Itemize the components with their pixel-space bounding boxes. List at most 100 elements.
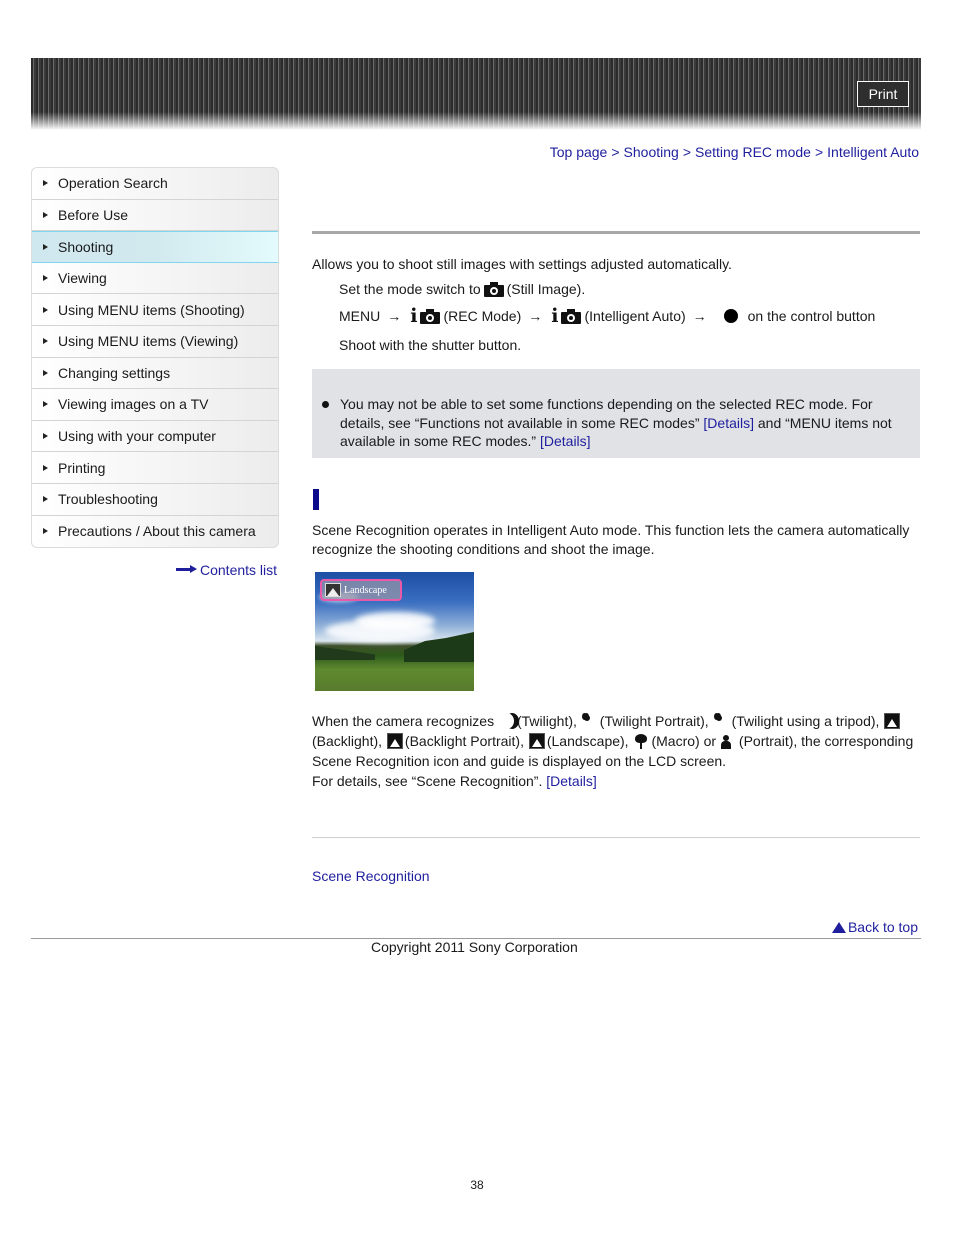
sidebar-item-label: Changing settings (58, 364, 171, 381)
triangle-right-icon (43, 338, 48, 345)
breadcrumb-separator: > (814, 144, 824, 160)
triangle-right-icon (43, 243, 48, 250)
step-1: Set the mode switch to (Still Image). (339, 281, 585, 297)
triangle-right-icon (43, 306, 48, 313)
step-2: MENU → i (REC Mode) → i (Intelligent Aut… (339, 304, 876, 327)
related-link-scene-recognition[interactable]: Scene Recognition (312, 868, 430, 884)
sidebar-item-label: Before Use (58, 206, 129, 223)
sidebar-item-viewing-tv[interactable]: Viewing images on a TV (32, 389, 278, 421)
breadcrumb-top-page[interactable]: Top page (550, 144, 608, 160)
twilight-label: (Twilight), (516, 713, 577, 729)
header-banner: Print (31, 58, 921, 130)
landscape-icon (528, 733, 545, 749)
related-divider (312, 837, 920, 838)
intelligent-auto-icon: i (551, 304, 559, 327)
portrait-icon (720, 733, 737, 749)
triangle-right-icon (43, 528, 48, 535)
back-to-top-link[interactable]: Back to top (831, 919, 918, 935)
breadcrumb-shooting[interactable]: Shooting (624, 144, 679, 160)
landscape-example-image: Landscape (315, 572, 474, 691)
arrow-right-icon: → (692, 308, 707, 324)
sidebar-item-menu-viewing[interactable]: Using MENU items (Viewing) (32, 326, 278, 358)
sidebar-item-computer[interactable]: Using with your computer (32, 421, 278, 453)
macro-icon (633, 733, 649, 749)
arrow-right-icon: → (387, 308, 402, 324)
camera-icon (483, 281, 504, 297)
backlight-portrait-icon (386, 733, 403, 749)
scene-recognition-text: When the camera recognizes (Twilight), (… (312, 711, 922, 791)
breadcrumb-setting-rec-mode[interactable]: Setting REC mode (695, 144, 811, 160)
sidebar-item-label: Using MENU items (Shooting) (58, 301, 245, 318)
sidebar-item-menu-shooting[interactable]: Using MENU items (Shooting) (32, 294, 278, 326)
camera-icon (561, 308, 582, 324)
sidebar-item-operation-search[interactable]: Operation Search (32, 168, 278, 200)
triangle-right-icon (43, 369, 48, 376)
sidebar-item-viewing[interactable]: Viewing (32, 263, 278, 295)
backlight-icon (884, 713, 901, 729)
step-3-text: Shoot with the shutter button. (339, 337, 522, 353)
details-link-scene-recognition[interactable]: [Details] (546, 773, 597, 789)
backlight-portrait-label: (Backlight Portrait), (404, 733, 524, 749)
rec-mode-label: (REC Mode) (443, 308, 522, 324)
camera-icon (420, 308, 441, 324)
print-button[interactable]: Print (857, 81, 909, 107)
sidebar-item-printing[interactable]: Printing (32, 452, 278, 484)
sidebar-item-troubleshooting[interactable]: Troubleshooting (32, 484, 278, 516)
twilight-portrait-icon (581, 713, 598, 729)
twilight-portrait-label: (Twilight Portrait), (599, 713, 709, 729)
sidebar-item-label: Using with your computer (58, 428, 216, 445)
macro-label: (Macro) or (651, 733, 717, 749)
arrow-right-icon: → (528, 308, 543, 324)
triangle-up-icon (831, 921, 846, 933)
bullet-icon (322, 401, 329, 408)
sidebar-item-precautions[interactable]: Precautions / About this camera (32, 516, 278, 548)
page-number: 38 (470, 1178, 484, 1192)
intelligent-auto-label: (Intelligent Auto) (584, 308, 686, 324)
twilight-tripod-icon (713, 713, 730, 729)
breadcrumb-separator: > (611, 144, 620, 160)
contents-list-link[interactable]: Contents list (176, 562, 277, 578)
sidebar-item-label: Shooting (58, 238, 114, 255)
scene-label: Landscape (344, 584, 387, 596)
triangle-right-icon (43, 180, 48, 187)
sidebar-item-label: Operation Search (58, 175, 168, 192)
breadcrumb: Top page > Shooting > Setting REC mode > Intel… (550, 144, 919, 160)
contents-list-label: Contents list (200, 562, 278, 578)
sidebar-item-before-use[interactable]: Before Use (32, 200, 278, 232)
sidebar-item-label: Precautions / About this camera (58, 523, 256, 540)
details-link-menu-items[interactable]: [Details] (540, 433, 591, 449)
sidebar-item-label: Printing (58, 459, 106, 476)
note-text: You may not be able to set some function… (340, 395, 910, 451)
note-box: You may not be able to set some function… (312, 369, 920, 458)
triangle-right-icon (43, 275, 48, 282)
scene-details-text: For details, see “Scene Recognition”. (312, 773, 543, 789)
sidebar-item-label: Using MENU items (Viewing) (58, 333, 239, 350)
sidebar-item-changing-settings[interactable]: Changing settings (32, 358, 278, 390)
triangle-right-icon (43, 401, 48, 408)
scene-recognition-intro: Scene Recognition operates in Intelligen… (312, 522, 910, 557)
sidebar-item-label: Viewing (58, 270, 107, 287)
back-to-top-label: Back to top (847, 919, 918, 935)
control-button-label: on the control button (747, 308, 876, 324)
twilight-tripod-label: (Twilight using a tripod), (731, 713, 880, 729)
sidebar-item-shooting[interactable]: Shooting (32, 231, 278, 263)
menu-label: MENU (339, 308, 381, 324)
portrait-label: (Portrait), the (738, 733, 821, 749)
intelligent-auto-icon: i (410, 304, 418, 327)
section-heading-marker (313, 489, 319, 510)
arrow-right-icon (176, 565, 198, 575)
step-1-text-b: (Still Image). (506, 281, 586, 297)
details-link-functions[interactable]: [Details] (703, 415, 754, 431)
breadcrumb-intelligent-auto[interactable]: Intelligent Auto (827, 144, 919, 160)
triangle-right-icon (43, 211, 48, 218)
breadcrumb-separator: > (682, 144, 691, 160)
sidebar-item-label: Viewing images on a TV (58, 396, 209, 413)
copyright-text: Copyright 2011 Sony Corporation (371, 939, 578, 955)
control-button-center-icon (723, 309, 738, 323)
triangle-right-icon (43, 464, 48, 471)
landscape-icon (325, 583, 341, 597)
twilight-icon (499, 713, 515, 729)
scene-recognition-indicator: Landscape (320, 579, 402, 601)
intro-text: Allows you to shoot still images with se… (312, 256, 732, 272)
step-3: Shoot with the shutter button. (339, 337, 521, 353)
